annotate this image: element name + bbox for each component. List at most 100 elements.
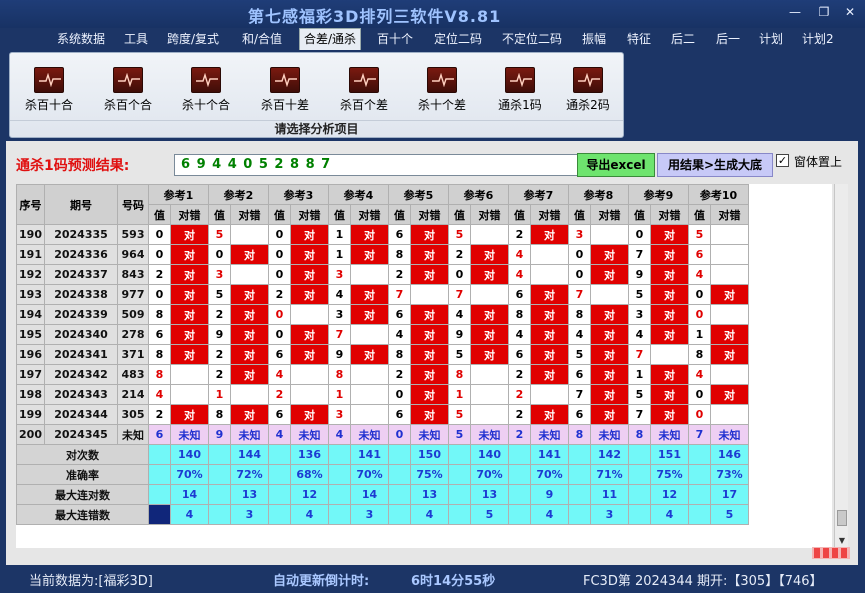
value-cell: 0 — [148, 224, 171, 245]
pin-window-checkbox[interactable]: ✓ — [776, 154, 789, 167]
pending-row[interactable]: 200 2024345 未知 6 未知 9 未知 4 未知 4 未知 0 未知 5 未知 2 未知 8 未知 8 未知 7… — [16, 424, 749, 445]
value-cell: 2 — [508, 424, 531, 445]
value-cell: 6 — [268, 344, 291, 365]
unknown-cell: 未知 — [350, 424, 389, 445]
value-cell: 7 — [628, 244, 651, 265]
stats-value: 73% — [710, 464, 749, 485]
generate-base-button[interactable]: 用结果>生成大底 — [657, 153, 773, 177]
menu-item[interactable]: 后一 — [716, 29, 740, 49]
prediction-result-field[interactable]: 6 9 4 4 0 5 2 8 8 7 — [174, 154, 582, 176]
menu-item[interactable]: 和/合值 — [242, 29, 282, 49]
period-cell: 2024336 — [44, 244, 118, 265]
menu-bar: 系统数据 工具 跨度/复式 和/合值 合差/通杀 百十个 定位二码 不定位二码 … — [0, 27, 865, 50]
period-cell: 2024335 — [44, 224, 118, 245]
hit-cell: 对 — [350, 284, 389, 305]
value-cell: 8 — [568, 304, 591, 325]
result-subheader: 对错 — [230, 204, 269, 225]
menu-item[interactable]: 后二 — [671, 29, 695, 49]
table-row[interactable]: 197 2024342 483 8 2 对 4 8 2 对 8 2 对 6 对 1 对 4 — [16, 364, 749, 385]
stats-row: 对次数 140 144 136 141 150 140 141 142 151 146 — [16, 444, 749, 465]
table-row[interactable]: 196 2024341 371 8 对 2 对 6 对 9 对 8 对 5 对 6 对 5 对 7 8 对 — [16, 344, 749, 365]
value-cell: 5 — [208, 224, 231, 245]
scrollbar-thumb[interactable] — [837, 510, 847, 526]
pin-window-label: 窗体置上 — [794, 155, 843, 169]
menu-item-active[interactable]: 合差/通杀 — [299, 28, 362, 50]
value-subheader: 值 — [268, 204, 291, 225]
ref-header: 参考6 — [448, 184, 509, 205]
export-excel-button[interactable]: 导出excel — [577, 153, 655, 177]
stats-value: 140 — [170, 444, 209, 465]
table-row[interactable]: 198 2024343 214 4 1 2 1 0 对 1 2 7 对 5 对 0 对 — [16, 384, 749, 405]
hit-cell: 对 — [350, 304, 389, 325]
value-cell: 4 — [328, 424, 351, 445]
hit-cell: 对 — [590, 344, 629, 365]
menu-item[interactable]: 不定位二码 — [502, 29, 562, 49]
period-cell: 2024339 — [44, 304, 118, 325]
hit-cell: 对 — [170, 344, 209, 365]
hit-cell: 对 — [290, 324, 329, 345]
minimize-icon[interactable]: — — [787, 5, 803, 19]
unknown-cell: 未知 — [230, 424, 269, 445]
stats-value: 141 — [530, 444, 569, 465]
vertical-scrollbar[interactable]: ▼ — [834, 184, 848, 548]
stats-blank — [628, 464, 651, 485]
value-cell: 9 — [328, 344, 351, 365]
mark — [814, 548, 820, 558]
menu-item[interactable]: 计划2 — [802, 29, 834, 49]
ribbon-button[interactable]: 杀百个合 — [95, 67, 161, 115]
stats-value: 70% — [170, 464, 209, 485]
ribbon-button[interactable]: 杀百十合 — [16, 67, 82, 115]
number-cell: 278 — [117, 324, 149, 345]
ribbon-button[interactable]: 通杀2码 — [555, 67, 621, 115]
table-row[interactable]: 193 2024338 977 0 对 5 对 2 对 4 对 7 7 6 对 7 5 对 0 对 — [16, 284, 749, 305]
value-cell: 9 — [448, 324, 471, 345]
ribbon-button[interactable]: 杀百个差 — [331, 67, 397, 115]
menu-item[interactable]: 振幅 — [582, 29, 606, 49]
stats-blank — [568, 444, 591, 465]
menu-item[interactable]: 计划 — [759, 29, 783, 49]
restore-icon[interactable]: ❐ — [816, 5, 832, 19]
stats-blank — [628, 504, 651, 525]
ribbon-button[interactable]: 杀百十差 — [252, 67, 318, 115]
menu-item[interactable]: 特征 — [627, 29, 651, 49]
table-row[interactable]: 192 2024337 843 2 对 3 0 对 3 2 对 0 对 4 0 对 9 对 4 — [16, 264, 749, 285]
stats-blank — [208, 464, 231, 485]
table-row[interactable]: 191 2024336 964 0 对 0 对 0 对 1 对 8 对 2 对 4 0 对 7 对 6 — [16, 244, 749, 265]
ribbon-button[interactable]: 通杀1码 — [487, 67, 553, 115]
value-cell: 3 — [328, 264, 351, 285]
miss-cell — [710, 364, 749, 385]
ribbon-button[interactable]: 杀十个差 — [409, 67, 475, 115]
menu-item[interactable]: 百十个 — [377, 29, 413, 49]
unknown-cell: 未知 — [650, 424, 689, 445]
number-header: 号码 — [117, 184, 149, 225]
miss-cell — [230, 384, 269, 405]
hit-cell: 对 — [650, 304, 689, 325]
ribbon-button[interactable]: 杀十个合 — [173, 67, 239, 115]
menu-item[interactable]: 工具 — [124, 29, 148, 49]
close-icon[interactable]: ✕ — [842, 5, 858, 19]
menu-item[interactable]: 系统数据 — [57, 29, 105, 49]
miss-cell — [350, 404, 389, 425]
value-cell: 0 — [628, 224, 651, 245]
table-row[interactable]: 199 2024344 305 2 对 8 对 6 对 3 6 对 5 2 对 6 对 7 对 0 — [16, 404, 749, 425]
hit-cell: 对 — [410, 224, 449, 245]
table-row[interactable]: 195 2024340 278 6 对 9 对 0 对 7 4 对 9 对 4 对 4 对 4 对 1 对 — [16, 324, 749, 345]
chart-ekg-icon — [349, 67, 379, 93]
menu-item[interactable]: 定位二码 — [434, 29, 482, 49]
stats-value: 17 — [710, 484, 749, 505]
table-row[interactable]: 194 2024339 509 8 对 2 对 0 3 对 6 对 4 对 8 对 8 对 3 对 0 — [16, 304, 749, 325]
ribbon-panel: 杀百十合 杀百个合 杀十个合 杀百十差 杀百个差 杀十个差 通杀1码 通杀2码 请选择分析项目 — [9, 52, 624, 138]
period-cell: 2024338 — [44, 284, 118, 305]
table-row[interactable]: 190 2024335 593 0 对 5 0 对 1 对 6 对 5 2 对 3 0 对 5 — [16, 224, 749, 245]
value-cell: 4 — [688, 264, 711, 285]
scroll-down-icon[interactable]: ▼ — [835, 534, 849, 548]
hit-cell: 对 — [530, 364, 569, 385]
result-subheader: 对错 — [410, 204, 449, 225]
menu-item[interactable]: 跨度/复式 — [167, 29, 219, 49]
hit-cell: 对 — [650, 324, 689, 345]
miss-cell — [350, 264, 389, 285]
hit-cell: 对 — [230, 344, 269, 365]
value-cell: 6 — [568, 364, 591, 385]
seq-cell: 200 — [16, 424, 45, 445]
miss-cell — [290, 304, 329, 325]
